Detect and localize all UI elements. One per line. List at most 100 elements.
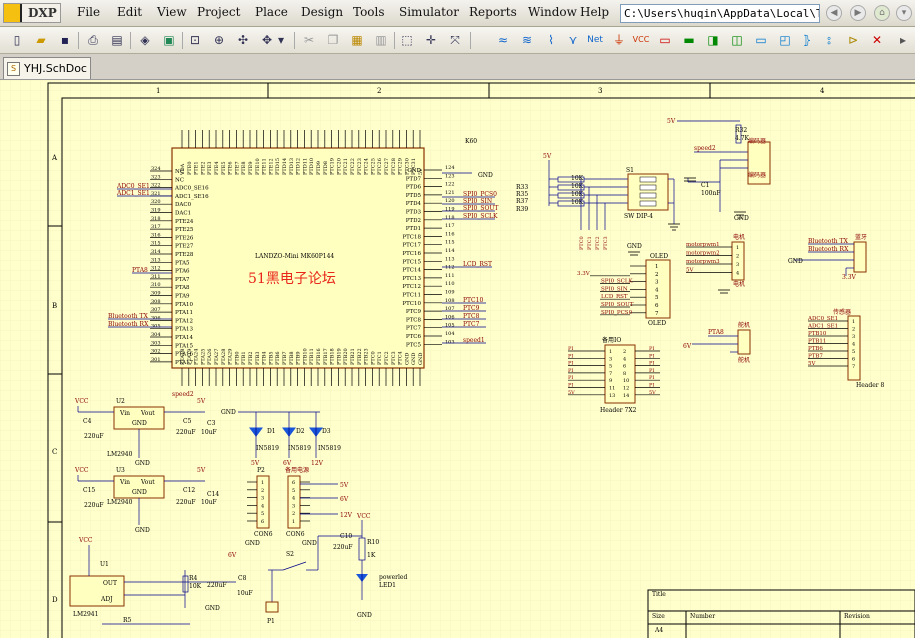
- mcu-pin-label: PTC31: [411, 158, 417, 175]
- place-bus-icon[interactable]: ≋: [518, 31, 536, 49]
- zoom-selected-icon[interactable]: ✣: [234, 31, 252, 49]
- mcu-pin-label: PTD3: [406, 210, 422, 216]
- menu-help[interactable]: Help: [580, 5, 609, 19]
- save-icon[interactable]: ▪: [56, 31, 74, 49]
- place-directive-icon[interactable]: ⦄: [798, 31, 816, 49]
- place-harness-entry-icon[interactable]: ⦂: [820, 31, 838, 49]
- place-part-icon[interactable]: ▭: [656, 31, 674, 49]
- schematic-drawing[interactable]: 1 2 3 4 A B C D K60 LANDZO-Mini MK60P144…: [0, 80, 915, 638]
- deselect-icon[interactable]: ⤧: [446, 31, 464, 49]
- forward-icon[interactable]: ▶: [850, 5, 866, 21]
- mcu-pin-number: 115: [445, 240, 455, 246]
- mcu-pin-label: PTE8: [241, 161, 247, 175]
- svg-text:C8: C8: [238, 575, 247, 582]
- menu-simulator[interactable]: Simulator: [399, 5, 459, 19]
- place-signal-harness-icon[interactable]: ⌇: [542, 31, 560, 49]
- open-folder-icon[interactable]: ▰: [32, 31, 50, 49]
- menu-edit[interactable]: Edit: [117, 5, 142, 19]
- svg-text:Header 7X2: Header 7X2: [600, 407, 637, 414]
- zone-row-b: B: [52, 302, 57, 310]
- power-header-pin-number: 1: [292, 519, 295, 525]
- home-icon[interactable]: ⌂: [874, 5, 890, 21]
- zoom-fit-icon[interactable]: ⊡: [186, 31, 204, 49]
- gnd-port-icon[interactable]: ⏚: [610, 31, 628, 49]
- close-icon[interactable]: ✕: [868, 31, 886, 49]
- filter-dropdown-icon[interactable]: ▾: [276, 31, 286, 49]
- filter-icon[interactable]: ✥: [258, 31, 276, 49]
- mcu-pin-label: PTD1: [406, 226, 421, 232]
- mcu-pin-number: 118: [445, 215, 455, 221]
- mcu-pin-number: 113: [445, 256, 455, 262]
- mcu-pin-label: PTA26: [207, 349, 213, 365]
- menu-project[interactable]: Project: [197, 5, 240, 19]
- mcu-pin-number: 318: [151, 216, 161, 222]
- tab-yhj-schdoc[interactable]: S YHJ.SchDoc: [3, 57, 91, 79]
- mcu-pin-number: 317: [151, 224, 161, 230]
- svg-text:P1: P1: [267, 618, 275, 625]
- svg-text:6V: 6V: [683, 343, 692, 350]
- svg-text:5V: 5V: [197, 467, 206, 474]
- p2-pin-number: 5: [261, 511, 264, 517]
- svg-text:100nF: 100nF: [701, 190, 720, 197]
- schematic-canvas[interactable]: 1 2 3 4 A B C D K60 LANDZO-Mini MK60P144…: [0, 80, 915, 638]
- menu-window[interactable]: Window: [528, 5, 577, 19]
- document-path-dropdown[interactable]: C:\Users\huqin\AppData\Local\Te: [620, 4, 820, 23]
- mcu-pin-label: PTB11: [309, 348, 315, 365]
- mcu-pin-label: PTC21: [343, 158, 349, 175]
- menu-reports[interactable]: Reports: [469, 5, 517, 19]
- svg-text:R33: R33: [516, 184, 528, 191]
- zone-col-3: 3: [598, 87, 602, 95]
- menu-file[interactable]: File: [77, 5, 100, 19]
- place-sheet-entry-icon[interactable]: ◨: [704, 31, 722, 49]
- mcu-pin-label: PTB9: [296, 351, 302, 365]
- place-port-icon[interactable]: ▭: [752, 31, 770, 49]
- print-preview-icon[interactable]: ▤: [108, 31, 126, 49]
- paste-icon[interactable]: ▦: [348, 31, 366, 49]
- menu-tools[interactable]: Tools: [353, 5, 385, 19]
- spare-io-pin-number: 6: [623, 364, 626, 370]
- place-bus-entry-icon[interactable]: ⋎: [564, 31, 582, 49]
- oled-pin-number: 4: [655, 287, 659, 293]
- place-net-label-icon[interactable]: Net: [586, 31, 604, 49]
- layers-icon[interactable]: ◈: [136, 31, 154, 49]
- spare-io-pin-number: 14: [623, 393, 629, 399]
- motor-pin-number: 4: [736, 271, 739, 277]
- svg-text:R37: R37: [516, 198, 528, 205]
- menu-place[interactable]: Place: [255, 5, 288, 19]
- menu-view[interactable]: View: [157, 5, 187, 19]
- spare-io-pin-number: 11: [609, 386, 615, 392]
- mcu-pin-label: GND: [418, 353, 424, 365]
- mcu-pin-label: PTA29: [228, 349, 234, 365]
- menu-bar: DXP File Edit View Project Place Design …: [0, 0, 915, 27]
- place-sheet-symbol-icon[interactable]: ▬: [680, 31, 698, 49]
- place-harness-connector-icon[interactable]: ◰: [776, 31, 794, 49]
- menu-design[interactable]: Design: [301, 5, 343, 19]
- mcu-pin-label: PTE1: [194, 161, 200, 175]
- mcu-pin-number: 303: [151, 340, 161, 346]
- browse-library-icon[interactable]: ▣: [160, 31, 178, 49]
- spare-io-net-label: PI: [568, 368, 573, 374]
- cut-icon[interactable]: ✂: [300, 31, 318, 49]
- mcu-pin-number: 314: [151, 249, 161, 255]
- svg-text:3.3V: 3.3V: [842, 274, 857, 281]
- vcc-port-icon[interactable]: VCC: [632, 31, 650, 49]
- mcu-pin-label: PTD8: [323, 161, 329, 175]
- rubber-stamp-icon[interactable]: ▥: [372, 31, 390, 49]
- place-wire-icon[interactable]: ≈: [494, 31, 512, 49]
- back-icon[interactable]: ◀: [826, 5, 842, 21]
- print-icon[interactable]: ⎙: [84, 31, 102, 49]
- mcu-pin-label: PTB4: [262, 351, 268, 365]
- no-erc-icon[interactable]: ⊳: [844, 31, 862, 49]
- move-icon[interactable]: ✛: [422, 31, 440, 49]
- place-device-sheet-icon[interactable]: ◫: [728, 31, 746, 49]
- spare-io-net-label: PI: [649, 346, 654, 352]
- select-area-icon[interactable]: ⬚: [398, 31, 416, 49]
- svg-text:备用IO: 备用IO: [602, 336, 621, 344]
- new-file-icon[interactable]: ▯: [8, 31, 26, 49]
- favorites-icon[interactable]: ▾: [896, 5, 912, 21]
- mcu-pin-label: PTC26: [377, 158, 383, 175]
- dxp-menu-button[interactable]: DXP: [3, 3, 61, 23]
- zoom-area-icon[interactable]: ⊕: [210, 31, 228, 49]
- copy-icon[interactable]: ❐: [324, 31, 342, 49]
- toolbar-more-icon[interactable]: ▸: [894, 31, 912, 49]
